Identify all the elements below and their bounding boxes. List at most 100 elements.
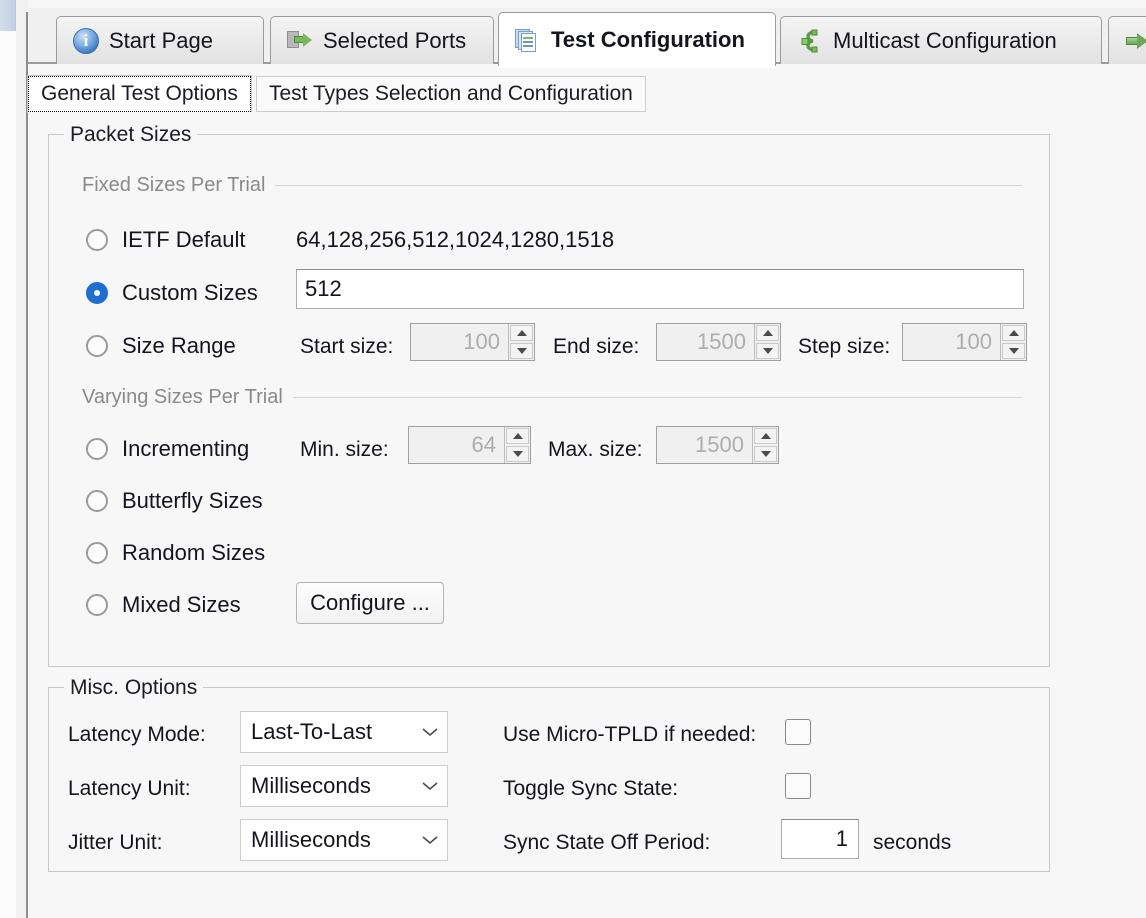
latency-unit-label: Latency Unit: xyxy=(68,777,191,801)
section-rule xyxy=(275,185,1022,186)
jitter-unit-select[interactable]: Milliseconds xyxy=(240,819,448,861)
jitter-unit-value: Milliseconds xyxy=(251,827,413,853)
tab-selected-ports[interactable]: Selected Ports xyxy=(270,16,494,64)
radio-label-butterfly-sizes: Butterfly Sizes xyxy=(122,488,263,514)
tab-test-configuration[interactable]: Test Configuration xyxy=(498,12,776,66)
misc-options-group: Misc. Options Latency Mode: Last-To-Last… xyxy=(48,677,1050,872)
radio-row-butterfly-sizes[interactable]: Butterfly Sizes xyxy=(86,488,263,514)
spinner-up-button[interactable] xyxy=(1002,325,1025,341)
spinner-up-button[interactable] xyxy=(506,428,529,444)
spinner-down-button[interactable] xyxy=(756,343,779,359)
multicast-icon xyxy=(797,28,823,54)
spinner-buttons xyxy=(504,427,530,463)
max-size-spinner[interactable]: 1500 xyxy=(656,426,779,464)
application-window: i Start Page Selected Ports Test Configu… xyxy=(0,0,1146,918)
tab-label: Multicast Configuration xyxy=(833,30,1057,52)
radio-ietf-default[interactable] xyxy=(86,229,108,251)
radio-row-random-sizes[interactable]: Random Sizes xyxy=(86,540,265,566)
radio-mixed-sizes[interactable] xyxy=(86,594,108,616)
latency-unit-value: Milliseconds xyxy=(251,773,413,799)
latency-mode-label: Latency Mode: xyxy=(68,723,206,747)
start-size-value: 100 xyxy=(411,324,508,360)
sync-state-off-period-input[interactable]: 1 xyxy=(781,819,859,859)
radio-row-custom-sizes[interactable]: Custom Sizes xyxy=(86,280,258,306)
tab-multicast-configuration[interactable]: Multicast Configuration xyxy=(780,16,1102,64)
spinner-buttons xyxy=(508,324,534,360)
micro-tpld-label: Use Micro-TPLD if needed: xyxy=(503,723,756,747)
documents-icon xyxy=(515,27,541,53)
tab-start-page[interactable]: i Start Page xyxy=(56,16,264,64)
radio-label-incrementing: Incrementing xyxy=(122,436,249,462)
min-size-label: Min. size: xyxy=(300,438,389,462)
radio-custom-sizes[interactable] xyxy=(86,282,108,304)
subtab-test-types-selection[interactable]: Test Types Selection and Configuration xyxy=(256,76,646,112)
micro-tpld-checkbox[interactable] xyxy=(785,719,811,745)
radio-size-range[interactable] xyxy=(86,335,108,357)
max-size-value: 1500 xyxy=(657,427,752,463)
spinner-up-button[interactable] xyxy=(754,428,777,444)
main-tab-strip: i Start Page Selected Ports Test Configu… xyxy=(28,8,1146,64)
latency-unit-select[interactable]: Milliseconds xyxy=(240,765,448,807)
end-size-label: End size: xyxy=(553,335,639,359)
radio-label-ietf-default: IETF Default xyxy=(122,227,245,253)
spinner-up-button[interactable] xyxy=(510,325,533,341)
spinner-buttons xyxy=(1000,324,1026,360)
toggle-sync-state-checkbox[interactable] xyxy=(785,773,811,799)
chevron-down-icon xyxy=(413,781,447,791)
left-dock-strip xyxy=(0,0,16,918)
tab-overflow-next[interactable]: U xyxy=(1108,16,1146,64)
end-size-spinner[interactable]: 1500 xyxy=(656,323,781,361)
packet-sizes-group: Packet Sizes Fixed Sizes Per Trial IETF … xyxy=(48,124,1050,667)
radio-label-size-range: Size Range xyxy=(122,333,236,359)
left-dock-tab[interactable] xyxy=(0,0,16,31)
left-dock-body xyxy=(0,31,16,918)
subtab-label: General Test Options xyxy=(41,82,238,106)
section-rule xyxy=(293,397,1022,398)
latency-mode-value: Last-To-Last xyxy=(251,719,413,745)
radio-row-incrementing[interactable]: Incrementing xyxy=(86,436,249,462)
spinner-down-button[interactable] xyxy=(754,446,777,462)
radio-row-mixed-sizes[interactable]: Mixed Sizes xyxy=(86,592,241,618)
radio-random-sizes[interactable] xyxy=(86,542,108,564)
sub-tab-strip: General Test Options Test Types Selectio… xyxy=(28,76,1146,112)
spinner-down-button[interactable] xyxy=(506,446,529,462)
tab-label: Test Configuration xyxy=(551,29,745,51)
radio-row-ietf-default[interactable]: IETF Default xyxy=(86,227,245,253)
test-configuration-panel: Packet Sizes Fixed Sizes Per Trial IETF … xyxy=(28,112,1146,918)
packet-sizes-title: Packet Sizes xyxy=(64,124,197,145)
radio-label-random-sizes: Random Sizes xyxy=(122,540,265,566)
min-size-spinner[interactable]: 64 xyxy=(408,426,531,464)
spinner-buttons xyxy=(752,427,778,463)
start-size-spinner[interactable]: 100 xyxy=(410,323,535,361)
custom-sizes-input[interactable]: 512 xyxy=(296,269,1024,309)
spinner-down-button[interactable] xyxy=(1002,343,1025,359)
tab-label: Selected Ports xyxy=(323,30,466,52)
subtab-general-test-options[interactable]: General Test Options xyxy=(28,76,251,112)
configure-mixed-sizes-button[interactable]: Configure ... xyxy=(296,582,444,624)
section-text: Fixed Sizes Per Trial xyxy=(82,174,265,197)
subtab-label: Test Types Selection and Configuration xyxy=(269,82,633,106)
radio-label-custom-sizes: Custom Sizes xyxy=(122,280,258,306)
end-size-value: 1500 xyxy=(657,324,754,360)
jitter-unit-label: Jitter Unit: xyxy=(68,831,163,855)
chevron-down-icon xyxy=(413,727,447,737)
spinner-buttons xyxy=(754,324,780,360)
latency-mode-select[interactable]: Last-To-Last xyxy=(240,711,448,753)
step-size-spinner[interactable]: 100 xyxy=(902,323,1027,361)
misc-options-title: Misc. Options xyxy=(64,677,203,698)
spinner-down-button[interactable] xyxy=(510,343,533,359)
sync-state-off-period-label: Sync State Off Period: xyxy=(503,831,710,855)
radio-incrementing[interactable] xyxy=(86,438,108,460)
radio-label-mixed-sizes: Mixed Sizes xyxy=(122,592,241,618)
min-size-value: 64 xyxy=(409,427,504,463)
radio-row-size-range[interactable]: Size Range xyxy=(86,333,236,359)
ietf-default-sizes-value: 64,128,256,512,1024,1280,1518 xyxy=(296,227,614,253)
radio-butterfly-sizes[interactable] xyxy=(86,490,108,512)
spinner-up-button[interactable] xyxy=(756,325,779,341)
step-size-value: 100 xyxy=(903,324,1000,360)
max-size-label: Max. size: xyxy=(548,438,643,462)
sync-state-off-period-unit: seconds xyxy=(873,831,951,855)
green-arrow-icon xyxy=(1125,28,1146,54)
step-size-label: Step size: xyxy=(798,335,890,359)
start-size-label: Start size: xyxy=(300,335,393,359)
